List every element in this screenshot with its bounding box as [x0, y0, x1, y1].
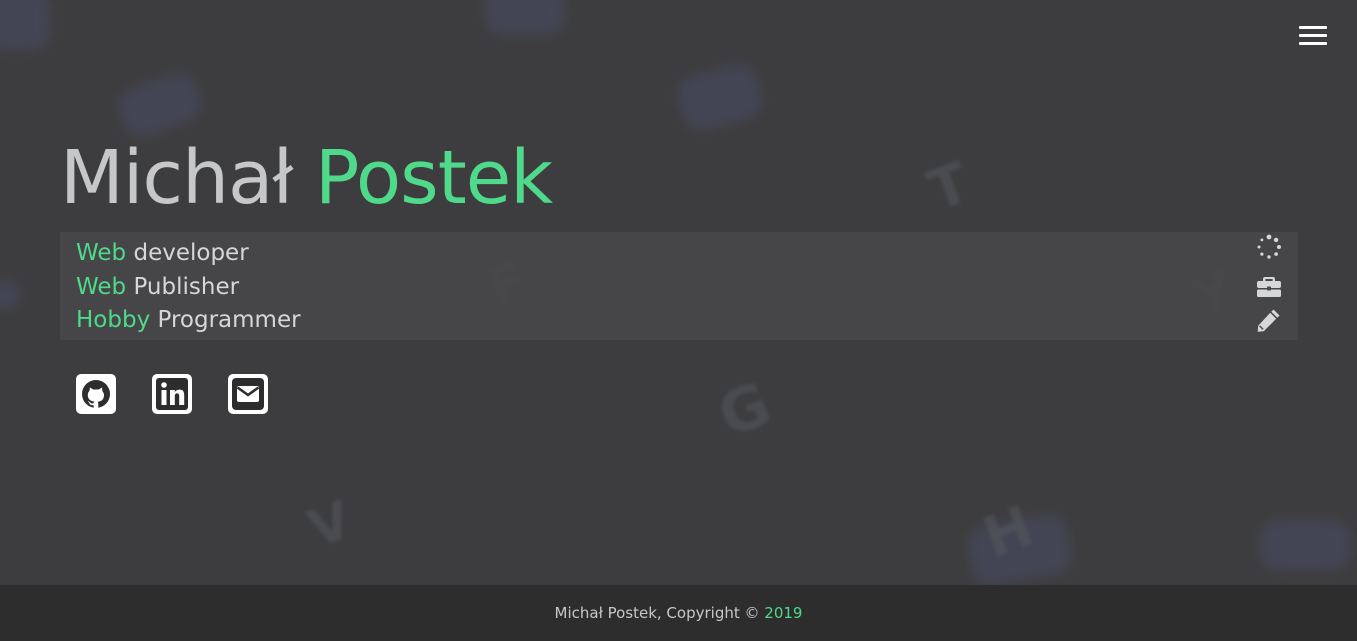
role-label: developer	[133, 240, 249, 266]
hamburger-menu-icon-bar	[1299, 26, 1327, 29]
roles-panel: Web developer Web Publisher Hobby Progra…	[60, 232, 1298, 340]
role-accent: Web	[76, 274, 127, 300]
role-accent: Web	[76, 240, 127, 266]
role-item: Web Publisher	[76, 273, 239, 301]
role-label: Programmer	[157, 307, 301, 333]
copyright-year: 2019	[764, 604, 803, 622]
envelope-icon	[232, 378, 264, 410]
page-title: Michał Postek	[60, 132, 553, 224]
linkedin-link[interactable]	[152, 374, 192, 414]
briefcase-icon	[1256, 274, 1282, 300]
github-icon	[82, 380, 110, 409]
first-name: Michał	[60, 135, 293, 221]
hamburger-menu-icon-bar	[1299, 34, 1327, 37]
page: T G F Y V H Michał Postek Web developer …	[0, 0, 1357, 641]
copyright-text: Michał Postek, Copyright ©	[554, 604, 765, 622]
email-link[interactable]	[228, 374, 268, 414]
role-label: Publisher	[133, 274, 240, 300]
spinner-icon	[1256, 234, 1282, 260]
menu-toggle-button[interactable]	[1297, 24, 1329, 48]
pencil-icon	[1256, 307, 1282, 333]
github-link[interactable]	[76, 374, 116, 414]
role-accent: Hobby	[76, 307, 151, 333]
role-item: Hobby Programmer	[76, 306, 301, 334]
linkedin-icon	[156, 378, 188, 410]
hamburger-menu-icon-bar	[1299, 42, 1327, 45]
role-item: Web developer	[76, 239, 249, 267]
footer: Michał Postek, Copyright © 2019	[0, 585, 1357, 641]
last-name: Postek	[314, 135, 553, 221]
